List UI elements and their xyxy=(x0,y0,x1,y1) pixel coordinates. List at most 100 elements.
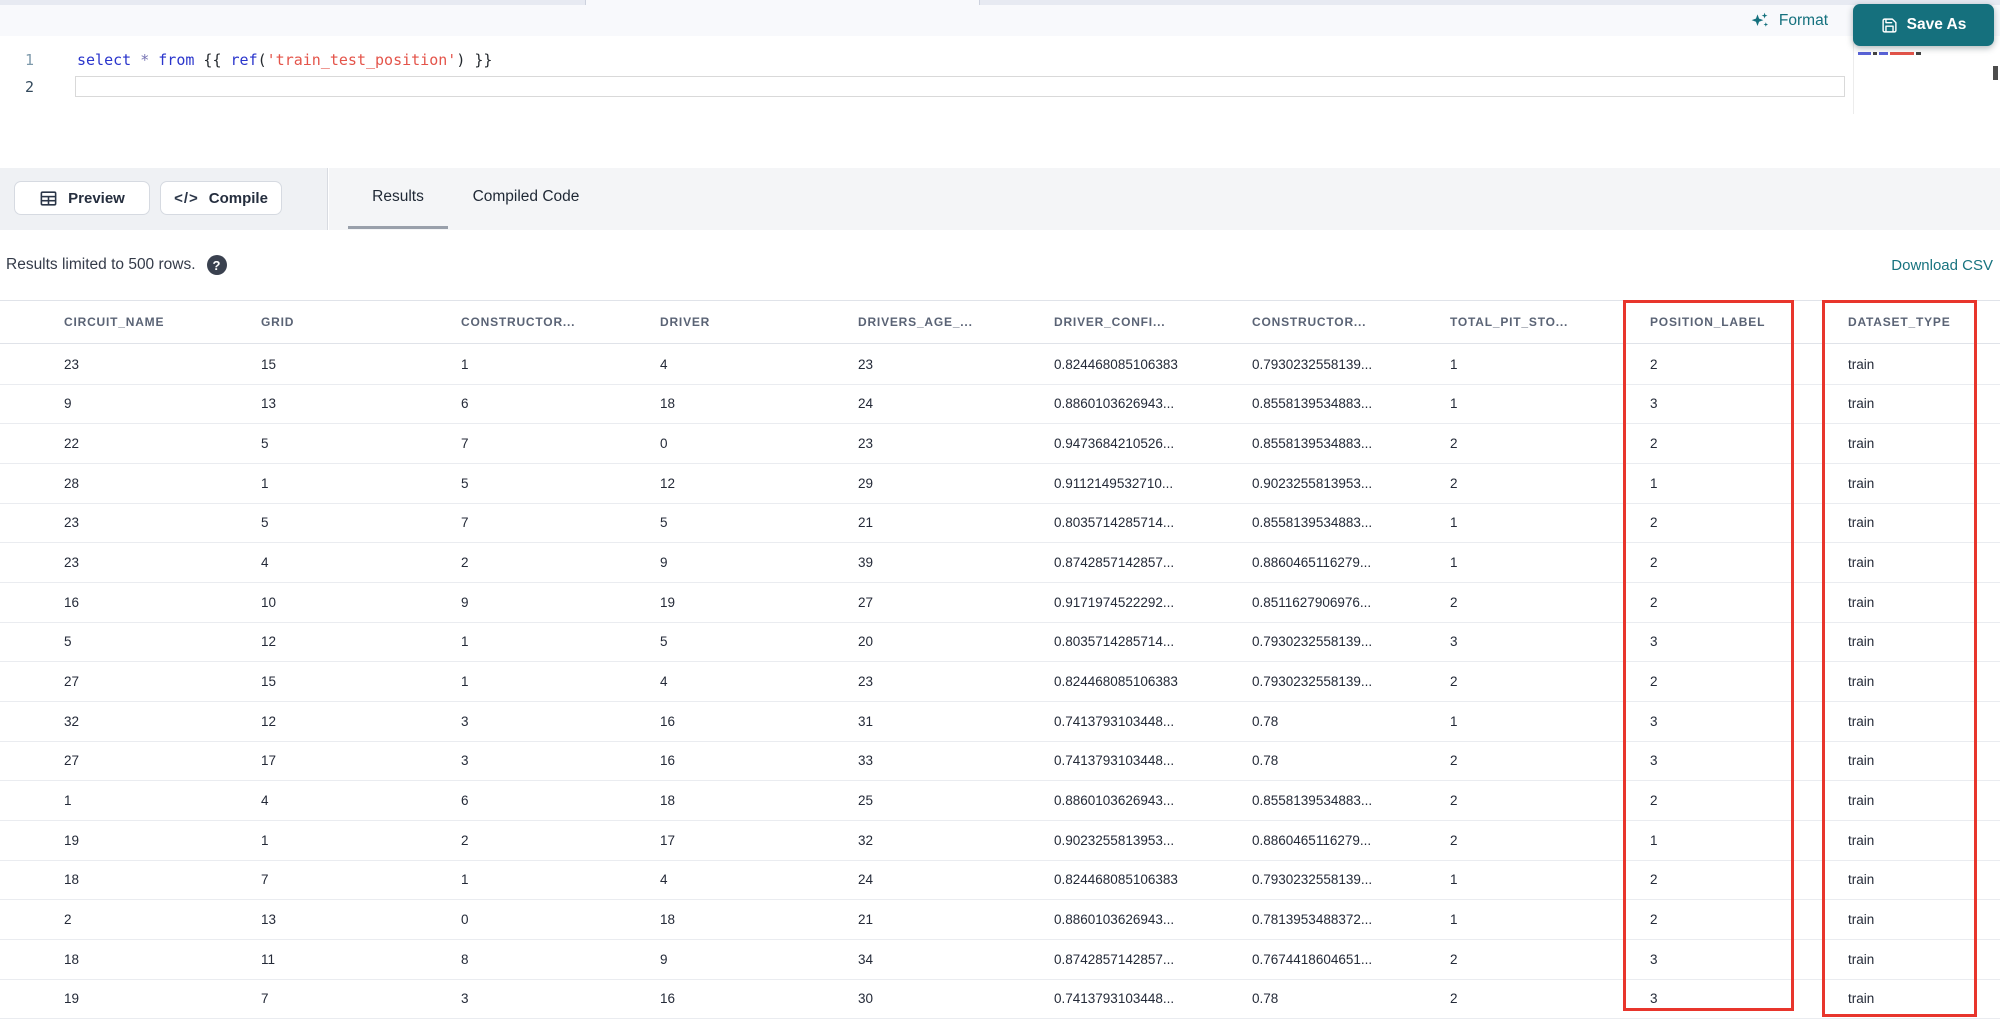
tab-compiled-code[interactable]: Compiled Code xyxy=(460,168,592,226)
column-header: DATASET_TYPE xyxy=(1848,315,1951,329)
table-cell: 1 xyxy=(64,793,72,809)
table-cell: 2 xyxy=(64,912,72,928)
table-cell: 4 xyxy=(261,793,269,809)
table-cell: 1 xyxy=(1650,832,1658,848)
save-floppy-icon xyxy=(1882,17,1897,33)
save-as-button[interactable]: Save As xyxy=(1853,4,1994,46)
table-row: 1 4 6 18 25 0.8860103626943... 0.8558139534883… xyxy=(0,781,2000,821)
table-cell: 0.7930232558139... xyxy=(1252,356,1373,372)
table-cell: 0.7930232558139... xyxy=(1252,674,1373,690)
table-cell: 23 xyxy=(64,356,80,372)
table-row: 19 1 2 17 32 0.9023255813953... 0.886046511627… xyxy=(0,821,2000,861)
table-cell: 10 xyxy=(261,594,277,610)
table-cell: 18 xyxy=(660,912,676,928)
table-cell: 5 xyxy=(660,634,668,650)
table-cell: 8 xyxy=(461,951,469,967)
table-cell: 0 xyxy=(660,436,668,452)
table-cell: 19 xyxy=(64,832,80,848)
table-cell: 5 xyxy=(261,515,269,531)
table-cell: 3 xyxy=(461,713,469,729)
help-icon[interactable]: ? xyxy=(206,255,227,275)
table-cell: 15 xyxy=(261,674,277,690)
table-cell: 11 xyxy=(261,951,276,967)
editor-scrollbar-thumb[interactable] xyxy=(1993,66,1998,80)
table-cell: 4 xyxy=(660,674,668,690)
table-cell: 12 xyxy=(261,634,277,650)
download-csv-link[interactable]: Download CSV xyxy=(1891,230,1993,300)
table-cell: 2 xyxy=(1450,951,1458,967)
editor-minimap[interactable] xyxy=(1853,36,1967,114)
code-token-keyword: from xyxy=(158,51,195,69)
table-cell: 2 xyxy=(1650,594,1658,610)
table-cell: 6 xyxy=(461,396,469,412)
table-cell: 1 xyxy=(1450,555,1458,571)
table-cell: 22 xyxy=(64,436,80,452)
editor-header-bar: Format xyxy=(0,5,2000,36)
table-cell: 6 xyxy=(461,793,469,809)
compile-label: Compile xyxy=(208,189,268,207)
table-cell: 0.824468085106383 xyxy=(1054,674,1178,690)
table-cell: 3 xyxy=(461,991,469,1007)
table-cell: 0.78 xyxy=(1252,753,1279,769)
table-cell: 7 xyxy=(461,515,469,531)
table-row: 23 15 1 4 23 0.824468085106383 0.7930232558139… xyxy=(0,345,2000,385)
minimap-code-line xyxy=(1858,52,1921,55)
table-cell: 0.7930232558139... xyxy=(1252,634,1373,650)
compile-button[interactable]: </> Compile xyxy=(160,181,282,215)
table-cell: 1 xyxy=(261,832,269,848)
table-cell: 2 xyxy=(1450,753,1458,769)
table-cell: 7 xyxy=(261,872,269,888)
table-row: 16 10 9 19 27 0.9171974522292... 0.85116279069… xyxy=(0,583,2000,623)
format-button[interactable]: Format xyxy=(1750,11,1828,31)
code-editor[interactable]: 1 2 select * from {{ ref('train_test_pos… xyxy=(0,36,2000,168)
table-grid-icon xyxy=(40,190,57,206)
table-cell: 0.7674418604651... xyxy=(1252,951,1373,967)
table-cell: 0.8558139534883... xyxy=(1252,793,1373,809)
table-header-row: CIRCUIT_NAME GRID CONSTRUCTOR... DRIVER DRIV… xyxy=(0,300,2000,344)
table-cell: 23 xyxy=(64,555,80,571)
table-cell: 7 xyxy=(461,436,469,452)
preview-button[interactable]: Preview xyxy=(14,181,150,215)
tab-results[interactable]: Results xyxy=(348,168,448,226)
column-header: POSITION_LABEL xyxy=(1650,315,1766,329)
table-cell: 0.7813953488372... xyxy=(1252,912,1373,928)
table-cell: 2 xyxy=(1450,475,1458,491)
table-cell: 18 xyxy=(64,951,80,967)
table-cell: 0 xyxy=(461,912,469,928)
table-cell: 0.78 xyxy=(1252,991,1279,1007)
table-cell: 2 xyxy=(1450,674,1458,690)
table-cell: 33 xyxy=(858,753,874,769)
code-line-1[interactable]: select * from {{ ref('train_test_positio… xyxy=(77,50,492,70)
table-cell: 1 xyxy=(461,872,469,888)
table-cell: 32 xyxy=(64,713,80,729)
table-cell: 24 xyxy=(858,872,874,888)
table-cell: 12 xyxy=(261,713,277,729)
table-cell: 16 xyxy=(660,713,676,729)
table-cell: 17 xyxy=(660,832,676,848)
column-header: GRID xyxy=(261,315,295,329)
table-cell: 2 xyxy=(1650,793,1658,809)
table-body: 23 15 1 4 23 0.824468085106383 0.7930232558139… xyxy=(0,345,2000,1020)
table-cell: 0.8860103626943... xyxy=(1054,793,1175,809)
table-cell: train xyxy=(1848,555,1875,571)
table-cell: 3 xyxy=(1650,991,1658,1007)
table-cell: 29 xyxy=(858,475,874,491)
table-row: 19 7 3 16 30 0.7413793103448... 0.78 2 3 train xyxy=(0,980,2000,1020)
table-cell: 2 xyxy=(1450,991,1458,1007)
table-cell: 24 xyxy=(858,396,874,412)
table-cell: 2 xyxy=(1650,912,1658,928)
code-token-operator: * xyxy=(140,51,150,69)
code-token-keyword: select xyxy=(77,51,132,69)
table-cell: 0.78 xyxy=(1252,713,1279,729)
table-cell: 2 xyxy=(1450,793,1458,809)
table-row: 27 15 1 4 23 0.824468085106383 0.7930232558139… xyxy=(0,662,2000,702)
table-cell: 1 xyxy=(1450,713,1458,729)
table-cell: 1 xyxy=(461,674,469,690)
table-cell: 3 xyxy=(1650,753,1658,769)
save-as-label: Save As xyxy=(1906,16,1967,33)
table-cell: 0.7413793103448... xyxy=(1054,753,1175,769)
results-limit-text: Results limited to 500 rows. xyxy=(6,256,196,273)
table-cell: 9 xyxy=(660,555,668,571)
table-cell: 2 xyxy=(1650,674,1658,690)
